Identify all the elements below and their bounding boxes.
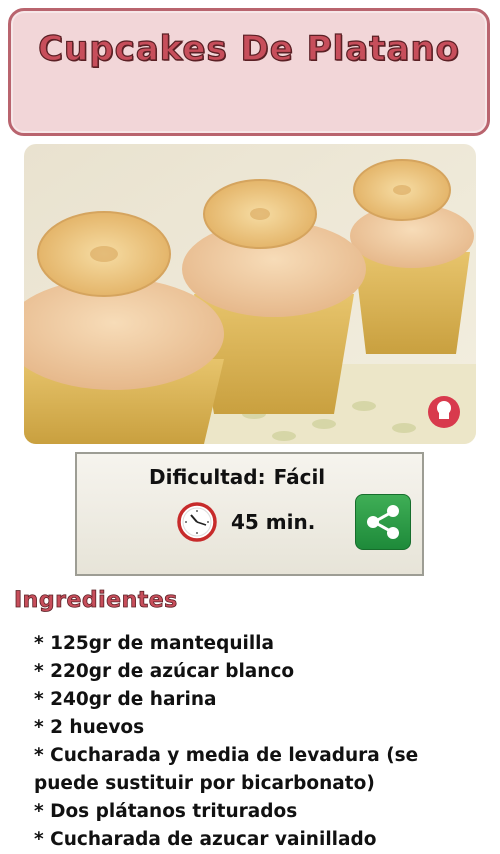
ingredient-item: * 2 huevos bbox=[34, 717, 145, 738]
ingredients-list: * 125gr de mantequilla * 220gr de azúcar… bbox=[34, 630, 484, 854]
page-title: Cupcakes De Platano bbox=[37, 28, 460, 69]
ingredient-item: * Cucharada de azucar vainillado bbox=[34, 829, 377, 850]
recipe-photo bbox=[24, 144, 476, 444]
ingredient-item: * Dos plátanos triturados bbox=[34, 801, 298, 822]
ingredient-item: * 125gr de mantequilla bbox=[34, 633, 275, 654]
ingredients-heading: Ingredientes bbox=[14, 588, 178, 614]
difficulty-label: Dificultad: bbox=[149, 465, 266, 489]
difficulty-value: Fácil bbox=[273, 465, 326, 489]
share-icon bbox=[367, 505, 399, 539]
recipe-info-card: Dificultad: Fácil 45 min. bbox=[75, 452, 424, 576]
cooking-time: 45 min. bbox=[231, 510, 316, 534]
title-box: Cupcakes De Platano bbox=[8, 8, 490, 136]
ingredient-item: * 240gr de harina bbox=[34, 689, 217, 710]
share-button[interactable] bbox=[355, 494, 411, 550]
ingredient-item: * Cucharada y media de levadura (se pued… bbox=[34, 745, 419, 794]
clock-icon bbox=[177, 502, 217, 542]
ingredient-item: * 220gr de azúcar blanco bbox=[34, 661, 295, 682]
difficulty: Dificultad: Fácil bbox=[149, 465, 325, 489]
chef-hat-logo-icon bbox=[428, 396, 460, 428]
cupcakes-image bbox=[24, 144, 476, 444]
